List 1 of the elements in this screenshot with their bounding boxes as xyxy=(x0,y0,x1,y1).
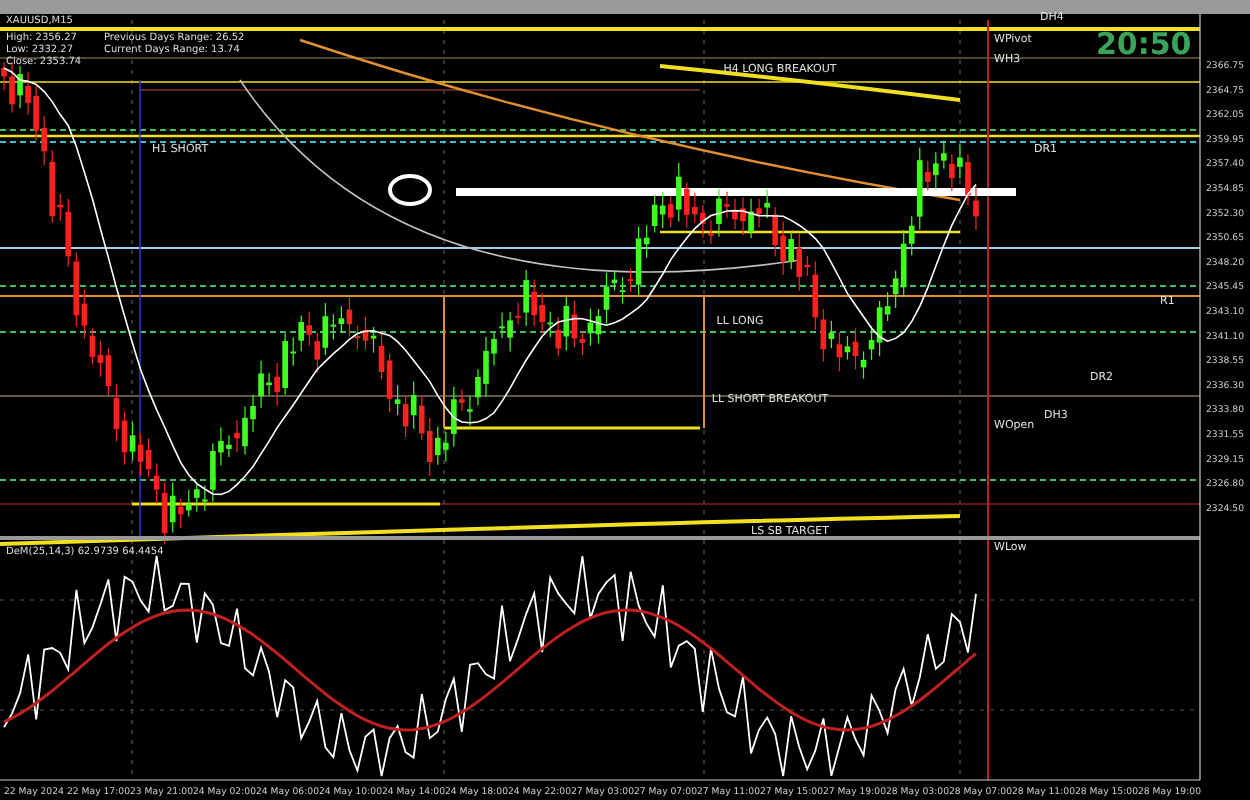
clock-time: 20:50 xyxy=(1096,26,1192,62)
